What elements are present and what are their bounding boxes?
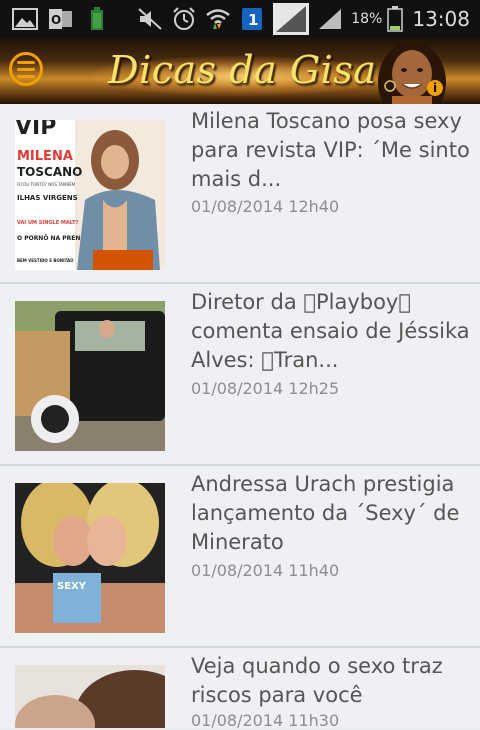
cover-line: ILHAS VIRGENS <box>17 194 78 202</box>
article-date: 01/08/2014 12h25 <box>191 379 340 398</box>
status-bar: O 1 18% 13:08 <box>0 0 480 38</box>
mute-icon <box>137 7 163 31</box>
cover-line: VAI UM SINGLE MALT? <box>17 220 78 226</box>
svg-text:O: O <box>51 13 61 27</box>
list-item[interactable]: SEXY Andressa Urach prestigia lançamento… <box>0 466 480 646</box>
list-item[interactable]: Veja quando o sexo traz riscos para você… <box>0 648 480 730</box>
cover-name-1: MILENA <box>17 149 73 164</box>
magazine-title: SEXY <box>57 581 87 592</box>
hamburger-line <box>17 67 35 71</box>
article-date: 01/08/2014 12h40 <box>191 197 340 216</box>
list-item[interactable]: Diretor da  Playboy  comenta ensaio de J… <box>0 284 480 464</box>
article-thumbnail: VIP MILENA TOSCANO FICOU TONTO? NÓS TAMB… <box>15 120 165 270</box>
article-thumbnail: SEXY <box>15 483 165 633</box>
hamburger-line <box>17 74 35 78</box>
battery-percent: 18% <box>351 11 383 27</box>
sim-1-icon: 1 <box>239 7 265 31</box>
cover-line: BEM VESTIDO E BONITÃO <box>17 258 74 263</box>
status-bar-notifications: O <box>12 0 110 38</box>
alarm-icon <box>171 7 197 31</box>
cover-name-2: TOSCANO <box>17 165 82 179</box>
cover-brand: VIP <box>15 120 56 140</box>
clock: 13:08 <box>412 7 470 31</box>
article-title[interactable]: Milena Toscano posa sexy para revista VI… <box>191 107 471 194</box>
list-item[interactable]: VIP MILENA TOSCANO FICOU TONTO? NÓS TAMB… <box>0 104 480 282</box>
signal-icon-2 <box>317 7 343 31</box>
status-bar-system: 1 18% 13:08 <box>137 0 470 38</box>
app-logo: Dicas da Gisa <box>108 48 377 92</box>
info-icon[interactable]: i <box>427 80 443 96</box>
signal-icon <box>273 3 310 35</box>
article-title[interactable]: Diretor da  Playboy  comenta ensaio de J… <box>191 288 471 375</box>
article-title[interactable]: Andressa Urach prestigia lançamento da ´… <box>191 470 471 557</box>
outlook-icon: O <box>48 7 74 31</box>
article-thumbnail <box>15 665 165 728</box>
article-thumbnail <box>15 301 165 451</box>
wifi-icon <box>205 7 231 31</box>
hamburger-icon <box>17 60 35 64</box>
menu-button[interactable] <box>9 52 43 86</box>
gallery-icon <box>12 7 38 31</box>
article-date: 01/08/2014 11h30 <box>191 711 340 730</box>
cover-subtitle: FICOU TONTO? NÓS TAMBÉM <box>17 182 76 187</box>
svg-text:1: 1 <box>248 11 258 29</box>
battery-icon <box>386 6 404 32</box>
article-date: 01/08/2014 11h40 <box>191 561 340 580</box>
cover-line: O PORNÔ NA PRENSA <box>17 235 90 242</box>
app-header: Dicas da Gisa <box>0 38 480 104</box>
battery-small-icon <box>84 7 110 31</box>
article-title[interactable]: Veja quando o sexo traz riscos para você <box>191 652 471 710</box>
